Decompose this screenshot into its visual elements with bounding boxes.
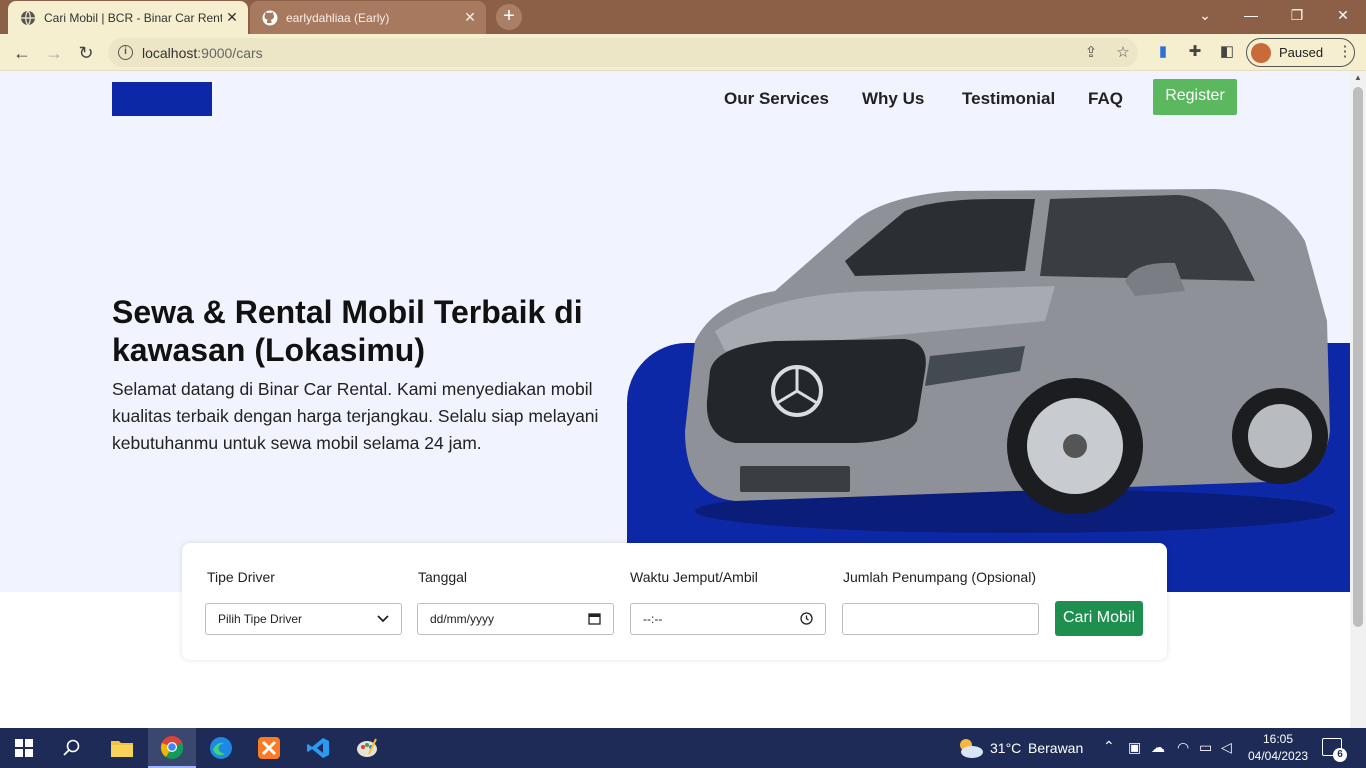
vscode-icon[interactable] <box>294 728 342 768</box>
tab-github[interactable]: earlydahliaa (Early) ✕ <box>250 1 486 34</box>
close-window-icon[interactable]: ✕ <box>1320 0 1366 30</box>
date-label: Tanggal <box>418 569 468 585</box>
driver-select[interactable]: Pilih Tipe Driver <box>205 603 402 635</box>
browser-tab-strip: Cari Mobil | BCR - Binar Car Rental ✕ ea… <box>0 0 1366 34</box>
page-scrollbar[interactable]: ▲ <box>1350 71 1366 728</box>
hero-section: Our Services Why Us Testimonial FAQ Regi… <box>0 71 1350 592</box>
puzzle-icon[interactable]: ✚ <box>1185 42 1205 62</box>
page-viewport: Our Services Why Us Testimonial FAQ Regi… <box>0 71 1350 728</box>
date-placeholder: dd/mm/yyyy <box>430 612 495 626</box>
edge-icon[interactable] <box>197 728 245 768</box>
date-input[interactable]: dd/mm/yyyy <box>417 603 614 635</box>
chevron-down-icon <box>377 615 389 623</box>
profile-status: Paused <box>1279 45 1324 60</box>
meet-icon[interactable]: ▣ <box>1128 739 1141 756</box>
calendar-icon[interactable] <box>588 612 601 625</box>
github-icon <box>262 10 278 25</box>
clock-time: 16:05 <box>1262 732 1294 746</box>
extension-icon[interactable]: ▮ <box>1153 42 1173 62</box>
share-icon[interactable]: ⇪ <box>1082 44 1100 62</box>
notification-count: 6 <box>1333 748 1347 762</box>
search-card: Tipe Driver Tanggal Waktu Jemput/Ambil J… <box>182 543 1167 660</box>
volume-icon[interactable]: ◁ <box>1221 739 1232 756</box>
time-label: Waktu Jemput/Ambil <box>630 569 758 585</box>
nav-faq[interactable]: FAQ <box>1088 89 1123 109</box>
passengers-label: Jumlah Penumpang (Opsional) <box>843 569 1036 585</box>
globe-icon <box>21 10 35 25</box>
url-text[interactable]: localhost:9000/cars <box>142 45 263 61</box>
driver-select-value: Pilih Tipe Driver <box>218 612 303 626</box>
xampp-icon[interactable] <box>245 728 293 768</box>
passengers-input[interactable] <box>842 603 1039 635</box>
weather-cloud-icon[interactable] <box>956 737 984 759</box>
nav-testimonial[interactable]: Testimonial <box>962 89 1055 109</box>
reload-icon[interactable]: ↻ <box>73 40 99 66</box>
time-placeholder: --:-- <box>643 612 663 626</box>
tray-chevron-up-icon[interactable]: ⌃ <box>1103 738 1115 755</box>
nav-our-services[interactable]: Our Services <box>724 89 829 109</box>
tab-title: Cari Mobil | BCR - Binar Car Rental <box>44 10 222 25</box>
hero-description: Selamat datang di Binar Car Rental. Kami… <box>112 379 599 453</box>
scrollbar-thumb[interactable] <box>1353 87 1363 627</box>
clock-date: 04/04/2023 <box>1248 749 1309 763</box>
address-bar[interactable]: i localhost:9000/cars ⇪ ☆ <box>108 38 1138 67</box>
nav-why-us[interactable]: Why Us <box>862 89 924 109</box>
tab-cari-mobil[interactable]: Cari Mobil | BCR - Binar Car Rental ✕ <box>8 1 248 34</box>
driver-label: Tipe Driver <box>207 569 275 585</box>
windows-taskbar: 31°C Berawan ⌃ ▣ ☁ ◠ ▭ ◁ 16:05 04/04/202… <box>0 728 1366 768</box>
weather-temp[interactable]: 31°C <box>990 740 1021 756</box>
hero-title: Sewa & Rental Mobil Terbaik di kawasan (… <box>112 294 583 368</box>
close-tab-icon[interactable]: ✕ <box>222 9 242 26</box>
restore-icon[interactable]: ❐ <box>1274 0 1320 30</box>
file-explorer-icon[interactable] <box>98 728 146 768</box>
battery-icon[interactable]: ▭ <box>1199 739 1212 756</box>
register-button[interactable]: Register <box>1153 79 1237 115</box>
onedrive-icon[interactable]: ☁ <box>1151 739 1165 756</box>
new-tab-button[interactable]: + <box>496 4 522 30</box>
browser-toolbar: ← → ↻ i localhost:9000/cars ⇪ ☆ ▮ ✚ ◧ Pa… <box>0 34 1366 71</box>
avatar <box>1251 42 1271 63</box>
car-image <box>685 189 1335 533</box>
clock-icon[interactable] <box>800 612 813 625</box>
back-icon[interactable]: ← <box>9 40 35 66</box>
bookmark-star-icon[interactable]: ☆ <box>1114 44 1132 62</box>
forward-icon[interactable]: → <box>41 40 67 66</box>
weather-desc[interactable]: Berawan <box>1028 740 1083 756</box>
minimize-icon[interactable]: — <box>1228 0 1274 30</box>
taskbar-clock[interactable]: 16:05 04/04/2023 <box>1248 731 1308 765</box>
search-icon[interactable] <box>48 728 96 768</box>
scroll-up-icon[interactable]: ▲ <box>1354 73 1362 82</box>
chrome-icon[interactable] <box>148 728 196 768</box>
close-tab-icon[interactable]: ✕ <box>460 9 480 26</box>
paint-icon[interactable] <box>343 728 391 768</box>
search-car-button[interactable]: Cari Mobil <box>1055 601 1143 636</box>
tab-search-icon[interactable]: ⌄ <box>1182 0 1228 30</box>
tab-title: earlydahliaa (Early) <box>286 10 390 25</box>
menu-icon[interactable]: ⋮ <box>1335 42 1355 62</box>
side-panel-icon[interactable]: ◧ <box>1217 42 1237 62</box>
site-info-icon[interactable]: i <box>118 45 133 60</box>
start-icon[interactable] <box>0 728 48 768</box>
logo[interactable] <box>112 82 212 116</box>
time-input[interactable]: --:-- <box>630 603 826 635</box>
wifi-icon[interactable]: ◠ <box>1177 739 1189 756</box>
